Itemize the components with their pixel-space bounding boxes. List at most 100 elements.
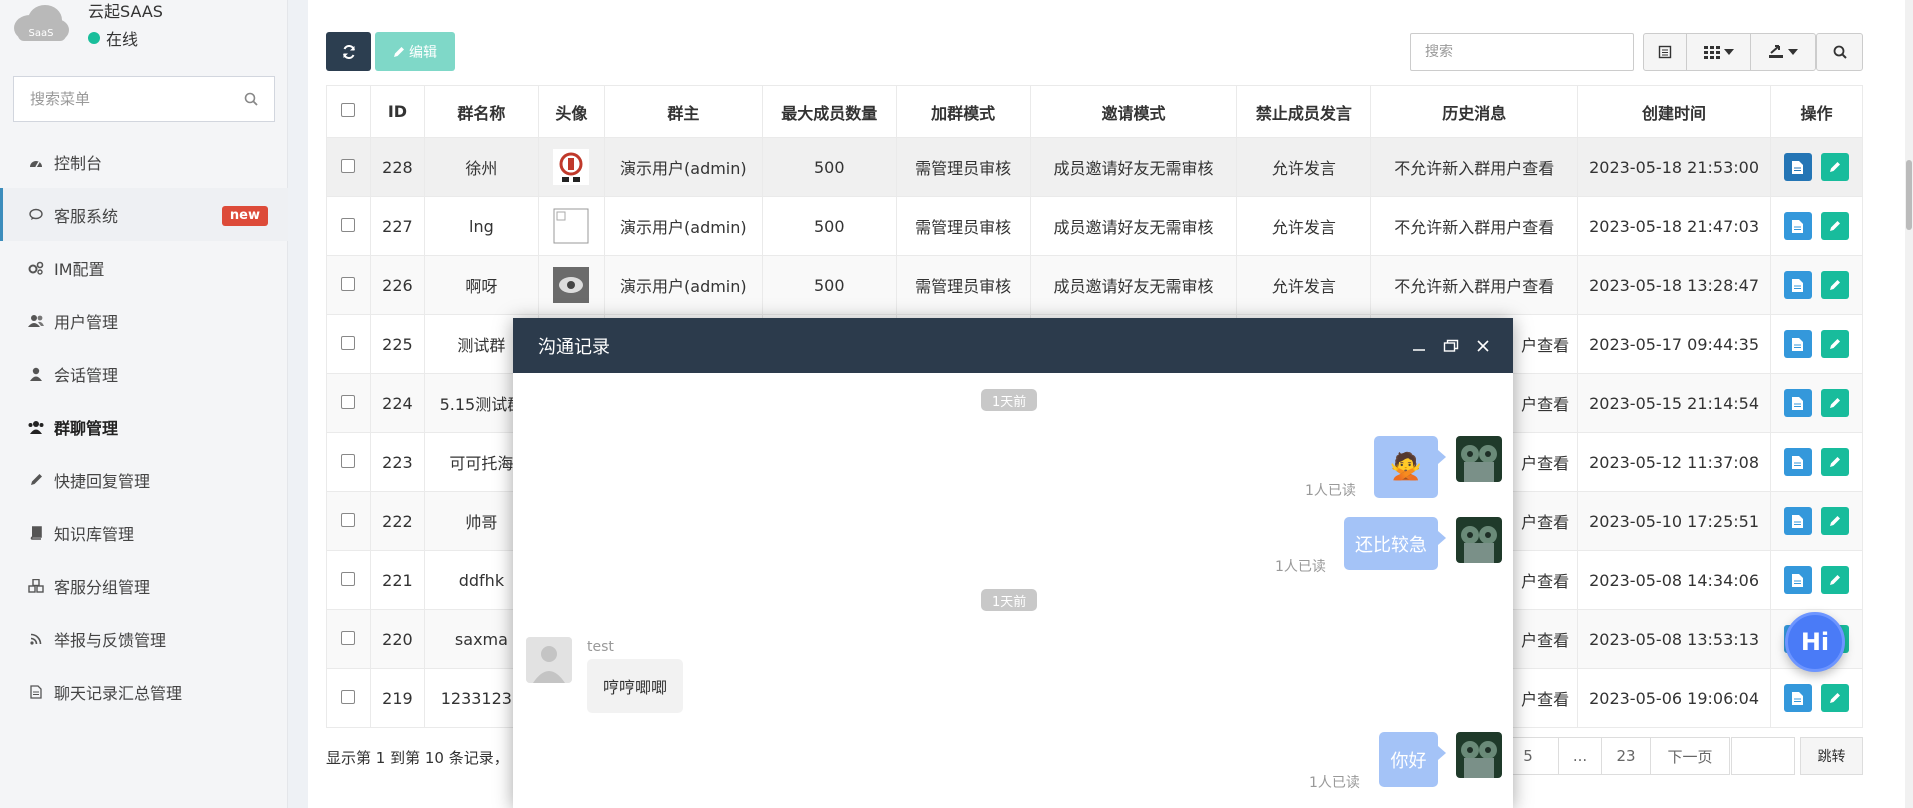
sidebar-item-label: 控制台 — [54, 153, 103, 173]
detail-button[interactable] — [1783, 684, 1812, 712]
sidebar-item-reports[interactable]: 举报与反馈管理 — [0, 612, 288, 665]
pencil-icon — [1830, 221, 1841, 231]
row-edit-button[interactable] — [1821, 212, 1850, 240]
row-checkbox[interactable] — [341, 689, 356, 704]
cell-invite-mode: 成员邀请好友无需审核 — [1029, 255, 1238, 315]
column-header[interactable]: 加群模式 — [895, 85, 1031, 138]
detail-button[interactable] — [1783, 153, 1812, 181]
detail-button[interactable] — [1783, 448, 1812, 476]
column-header[interactable]: ID — [369, 85, 425, 138]
search-icon[interactable] — [244, 92, 258, 106]
cell-id: 222 — [369, 491, 425, 551]
sidebar-item-quick-reply[interactable]: 快捷回复管理 — [0, 453, 288, 506]
sidebar-item-chat-records[interactable]: 聊天记录汇总管理 — [0, 665, 288, 718]
detail-button[interactable] — [1783, 566, 1812, 594]
toggle-view-button[interactable] — [1644, 34, 1687, 70]
row-edit-button[interactable] — [1821, 684, 1850, 712]
table-search — [1410, 33, 1634, 71]
table-row[interactable]: 226 啊呀 演示用户(admin) 500 需管理员审核 成员邀请好友无需审核… — [326, 255, 1864, 315]
cell-id: 224 — [369, 373, 425, 433]
row-edit-button[interactable] — [1821, 448, 1850, 476]
row-edit-button[interactable] — [1821, 566, 1850, 594]
sidebar-item-dashboard[interactable]: 控制台 — [0, 135, 288, 188]
sidebar-item-im-config[interactable]: IM配置 — [0, 241, 288, 294]
column-header[interactable]: 创建时间 — [1577, 85, 1771, 138]
user-panel: SaaS 云起SAAS 在线 — [0, 0, 288, 60]
row-edit-button[interactable] — [1821, 330, 1850, 358]
sidebar-item-label: 快捷回复管理 — [54, 471, 151, 491]
detail-button[interactable] — [1783, 212, 1812, 240]
row-checkbox[interactable] — [341, 394, 356, 409]
sidebar-item-service-groups[interactable]: 客服分组管理 — [0, 559, 288, 612]
sidebar-item-customer-service[interactable]: 客服系统 new — [0, 188, 288, 241]
cell-created: 2023-05-15 21:14:54 — [1577, 373, 1771, 433]
sidebar-item-knowledge-base[interactable]: 知识库管理 — [0, 506, 288, 559]
column-header[interactable]: 群主 — [603, 85, 763, 138]
message-bubble-sent[interactable]: 🙅 — [1374, 436, 1446, 498]
export-dropdown-button[interactable] — [1751, 34, 1815, 70]
cell-avatar — [537, 196, 605, 256]
row-checkbox[interactable] — [341, 630, 356, 645]
row-checkbox[interactable] — [341, 158, 356, 173]
sidebar-item-sessions[interactable]: 会话管理 — [0, 347, 288, 400]
row-checkbox[interactable] — [341, 571, 356, 586]
export-icon — [1769, 45, 1783, 58]
page-scrollbar[interactable] — [1905, 0, 1913, 808]
detail-button[interactable] — [1783, 507, 1812, 535]
column-header[interactable]: 群名称 — [423, 85, 539, 138]
row-checkbox[interactable] — [341, 217, 356, 232]
menu-search-input[interactable] — [30, 90, 244, 108]
cloud-logo-icon: SaaS — [14, 5, 69, 41]
page-button[interactable]: 23 — [1601, 737, 1651, 775]
group-icon — [28, 419, 44, 435]
row-edit-button[interactable] — [1821, 271, 1850, 299]
sidebar-item-users[interactable]: 用户管理 — [0, 294, 288, 347]
table-row[interactable]: 227 lng 演示用户(admin) 500 需管理员审核 成员邀请好友无需审… — [326, 196, 1864, 256]
page-ellipsis: ... — [1558, 737, 1602, 775]
message-bubble-sent[interactable]: 还比较急 — [1344, 517, 1446, 570]
user-status: 在线 — [88, 26, 138, 50]
column-header[interactable]: 最大成员数量 — [761, 85, 897, 138]
scrollbar-thumb[interactable] — [1906, 160, 1912, 230]
column-header[interactable]: 历史消息 — [1370, 85, 1579, 138]
sidebar-item-label: 用户管理 — [54, 312, 119, 332]
detail-button[interactable] — [1783, 330, 1812, 358]
online-dot-icon — [88, 32, 100, 44]
row-edit-button[interactable] — [1821, 507, 1850, 535]
message-bubble-received[interactable]: 哼哼唧唧 — [587, 659, 683, 713]
hi-chat-float-button[interactable]: Hi — [1785, 612, 1845, 672]
book-icon — [28, 525, 44, 541]
row-checkbox[interactable] — [341, 453, 356, 468]
minimize-button[interactable] — [1403, 330, 1435, 362]
column-header[interactable]: 邀请模式 — [1029, 85, 1238, 138]
next-page-button[interactable]: 下一页 — [1650, 737, 1730, 775]
detail-button[interactable] — [1783, 271, 1812, 299]
cell-mute: 允许发言 — [1236, 255, 1372, 315]
column-header[interactable]: 头像 — [537, 85, 605, 138]
select-all-checkbox[interactable] — [341, 103, 356, 117]
group-avatar-seal-icon — [553, 149, 590, 185]
advanced-search-button[interactable] — [1816, 33, 1863, 71]
detail-button[interactable] — [1783, 389, 1812, 417]
row-checkbox[interactable] — [341, 276, 356, 291]
message-bubble-sent[interactable]: 你好 — [1379, 732, 1446, 787]
row-edit-button[interactable] — [1821, 389, 1850, 417]
jump-button[interactable]: 跳转 — [1800, 737, 1863, 775]
close-button[interactable] — [1467, 330, 1499, 362]
maximize-button[interactable] — [1435, 330, 1467, 362]
pagination-summary: 显示第 1 到第 10 条记录， — [326, 749, 509, 767]
column-header[interactable]: 禁止成员发言 — [1236, 85, 1372, 138]
row-checkbox[interactable] — [341, 335, 356, 350]
table-row[interactable]: 228 徐州 演示用户(admin) 500 需管理员审核 成员邀请好友无需审核… — [326, 137, 1864, 197]
columns-dropdown-button[interactable] — [1687, 34, 1751, 70]
jump-page-input[interactable] — [1731, 737, 1795, 775]
row-edit-button[interactable] — [1821, 153, 1850, 181]
chat-messages: 1天前 1人已读 🙅 1人已读 还比较急 1天前 test 哼哼唧唧 1人已读 … — [513, 373, 1513, 808]
refresh-button[interactable] — [326, 32, 371, 71]
table-search-input[interactable] — [1425, 44, 1619, 60]
read-receipt: 1人已读 — [1305, 483, 1356, 499]
row-checkbox[interactable] — [341, 512, 356, 527]
sidebar-item-group-chat[interactable]: 群聊管理 — [0, 400, 288, 453]
cell-owner: 演示用户(admin) — [603, 255, 763, 315]
edit-button[interactable]: 编辑 — [375, 32, 455, 71]
